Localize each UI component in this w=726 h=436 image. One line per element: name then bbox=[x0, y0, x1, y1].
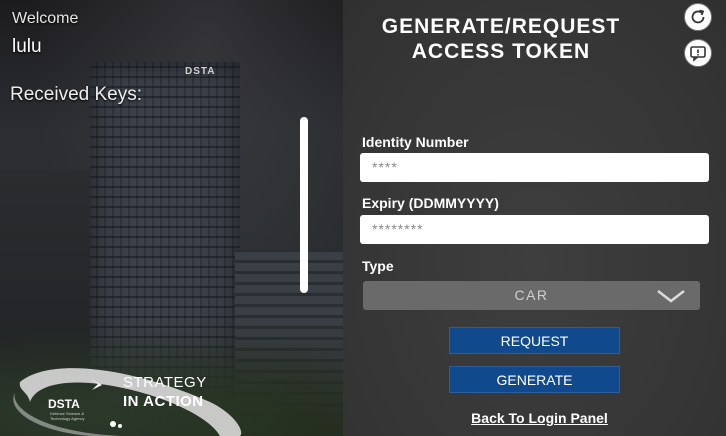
logo-dsta-text: DSTA bbox=[48, 397, 80, 411]
back-to-login-link[interactable]: Back To Login Panel bbox=[343, 410, 726, 426]
expiry-label: Expiry (DDMMYYYY) bbox=[362, 195, 499, 211]
chat-button[interactable] bbox=[684, 39, 712, 67]
generate-button[interactable]: GENERATE bbox=[449, 366, 620, 393]
identity-number-input[interactable]: **** bbox=[360, 153, 709, 182]
username: lulu bbox=[12, 36, 42, 57]
title-line-1: GENERATE/REQUEST bbox=[381, 15, 621, 38]
type-label: Type bbox=[362, 258, 394, 274]
logo-tagline: Defence Science & Technology Agency bbox=[50, 411, 85, 421]
left-panel: DSTA Welcome lulu Received Keys: DSTA De… bbox=[0, 0, 343, 436]
received-keys-scrollbar[interactable] bbox=[300, 117, 308, 293]
request-button[interactable]: REQUEST bbox=[449, 327, 620, 354]
logo-strategy-text: STRATEGY bbox=[123, 374, 207, 391]
title-line-2: ACCESS TOKEN bbox=[411, 40, 591, 63]
type-select-value: CAR bbox=[514, 287, 549, 303]
page-title: GENERATE/REQUEST ACCESS TOKEN bbox=[343, 14, 659, 64]
identity-number-label: Identity Number bbox=[362, 134, 469, 150]
received-keys-label: Received Keys: bbox=[10, 84, 143, 105]
logo-in-action-text: IN ACTION bbox=[123, 393, 204, 410]
chat-icon bbox=[690, 46, 706, 62]
welcome-label: Welcome bbox=[12, 10, 79, 27]
refresh-button[interactable] bbox=[684, 3, 712, 31]
building-sign: DSTA bbox=[185, 66, 216, 77]
expiry-input[interactable]: ******** bbox=[360, 215, 709, 244]
type-select[interactable]: CAR bbox=[363, 281, 700, 310]
token-form-panel: GENERATE/REQUEST ACCESS TOKEN Identity N… bbox=[343, 0, 726, 436]
chevron-down-icon bbox=[657, 290, 685, 303]
refresh-icon bbox=[691, 9, 705, 24]
